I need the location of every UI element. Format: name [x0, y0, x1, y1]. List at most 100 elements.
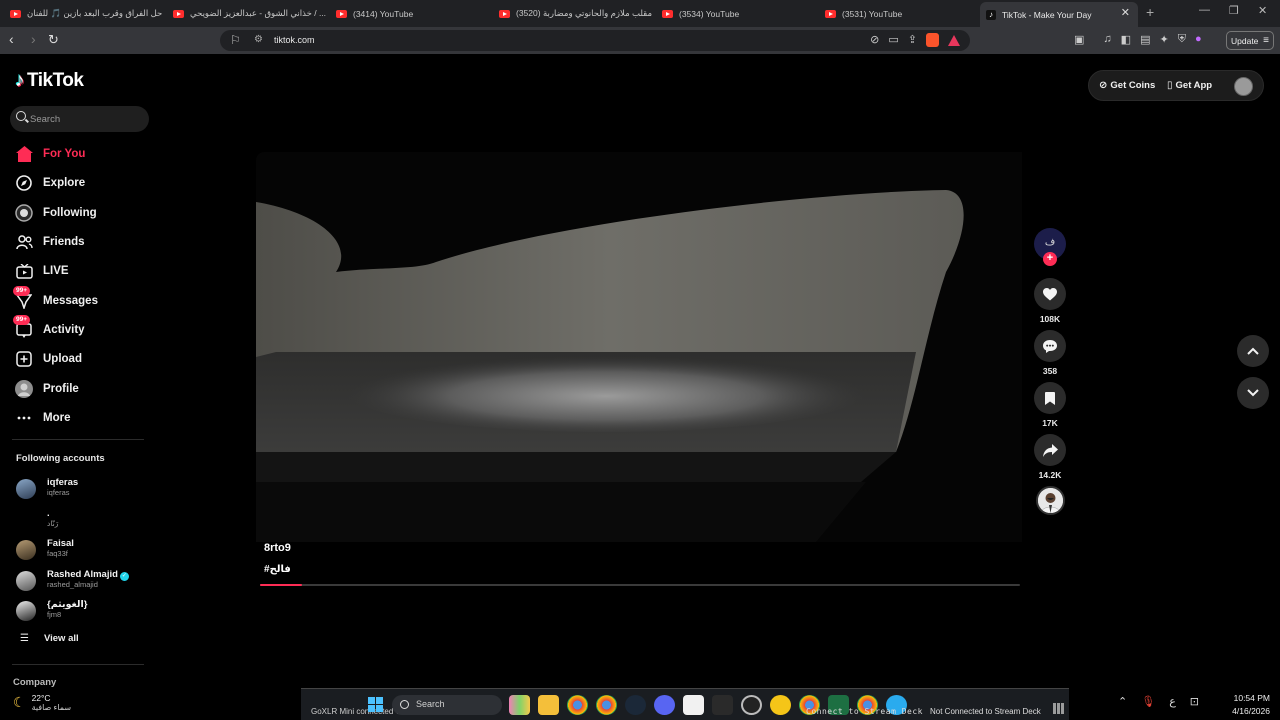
previous-video-button[interactable]	[1237, 335, 1269, 367]
forward-icon[interactable]: ›	[31, 31, 36, 47]
save-button[interactable]	[1034, 382, 1066, 414]
nav-messages[interactable]: 99+ Messages	[13, 286, 98, 312]
update-button[interactable]: Update ≡	[1226, 31, 1274, 50]
like-button[interactable]	[1034, 278, 1066, 310]
network-icon[interactable]: ⊡	[1190, 695, 1199, 708]
tiktok-logo[interactable]: ♪ TikTok	[15, 70, 84, 92]
minimize-icon[interactable]: —	[1199, 4, 1210, 16]
discord-icon[interactable]	[654, 695, 675, 715]
chrome-icon[interactable]	[567, 695, 588, 715]
bookmark-icon[interactable]: ⚐	[230, 33, 241, 47]
file-explorer-icon[interactable]	[538, 695, 559, 715]
browser-tab[interactable]: (3414) YouTube	[330, 3, 490, 24]
comment-button[interactable]	[1034, 330, 1066, 362]
nav-upload[interactable]: Upload	[15, 348, 82, 370]
share-icon[interactable]: ⇪	[908, 33, 917, 47]
divider	[12, 664, 144, 665]
video-player[interactable]	[256, 152, 1022, 542]
nav-explore[interactable]: Explore	[15, 172, 85, 194]
new-tab-icon[interactable]: +	[1146, 4, 1154, 20]
heart-icon	[1043, 287, 1057, 300]
user-avatar[interactable]	[1234, 77, 1253, 96]
stream-deck-grid-icon[interactable]	[1053, 703, 1064, 714]
taskbar-search[interactable]: Search	[392, 695, 502, 715]
nav-friends[interactable]: Friends	[15, 231, 85, 253]
account-item[interactable]: Faisal faq33f	[16, 538, 156, 562]
search-input[interactable]	[30, 111, 140, 127]
address-bar[interactable]: ⚐ ⚙ tiktok.com ⊘ ▭ ⇪	[220, 30, 970, 51]
close-tab-icon[interactable]: ✕	[1121, 6, 1130, 19]
account-item[interactable]: . رَنّاد	[16, 508, 156, 532]
brave-shields-icon[interactable]	[926, 33, 939, 47]
windows-start-icon[interactable]	[368, 697, 383, 712]
app-icon[interactable]	[770, 695, 791, 715]
tiktok-note-icon: ♪	[15, 70, 25, 91]
weather-widget[interactable]: ☾ 22°C سماء صافية	[13, 693, 71, 712]
creator-initial: ف	[1044, 237, 1056, 248]
media-icon[interactable]: ♫	[1103, 33, 1111, 46]
brave-rewards-icon[interactable]	[948, 35, 960, 46]
sound-owner-image	[1038, 488, 1063, 513]
microphone-icon[interactable]: 🎙	[1141, 695, 1155, 708]
nav-activity[interactable]: 99+ Activity	[13, 315, 85, 341]
restore-icon[interactable]: ❐	[1229, 4, 1239, 17]
nav-for-you[interactable]: For You	[15, 143, 85, 165]
obs-icon[interactable]	[741, 695, 762, 715]
browser-tab[interactable]: (3534) YouTube	[656, 3, 816, 24]
sidebar-panel-icon[interactable]: ▣	[1074, 33, 1084, 46]
comment-icon	[1043, 339, 1057, 353]
tiktok-favicon-icon: ♪	[986, 9, 996, 20]
translate-off-icon[interactable]: ⊘	[870, 33, 879, 47]
chevron-up-icon[interactable]: ⌃	[1118, 695, 1127, 708]
following-icon	[15, 204, 33, 222]
epic-games-icon[interactable]	[712, 695, 733, 715]
view-all-link[interactable]: ☰ View all	[20, 633, 79, 644]
back-icon[interactable]: ‹	[9, 31, 14, 47]
extension-icon[interactable]: ●	[1195, 33, 1202, 46]
video-hashtag[interactable]: #فالح	[264, 564, 291, 575]
close-window-icon[interactable]: ✕	[1258, 4, 1267, 17]
leo-ai-icon[interactable]: ✦	[1159, 33, 1168, 46]
steam-icon[interactable]	[625, 695, 646, 715]
browser-tab[interactable]: حل الفراق وقرب البعد بازين 🎵 للفنان	[4, 3, 164, 24]
site-settings-icon[interactable]: ⚙	[254, 34, 263, 45]
chrome-profile-icon[interactable]	[596, 695, 617, 715]
share-button[interactable]	[1034, 434, 1066, 466]
coin-icon: ⊘	[1099, 80, 1108, 91]
system-clock[interactable]: 10:54 PM 4/16/2026	[1226, 693, 1270, 716]
browser-tab[interactable]: خذاني الشوق - عبدالعزيز الضويحي / ...	[167, 3, 327, 24]
nav-label: For You	[43, 148, 86, 160]
account-item[interactable]: iqferas iqferas	[16, 477, 156, 501]
account-item[interactable]: {الغويثم} fjm8	[16, 599, 156, 623]
nav-more[interactable]: More	[15, 407, 70, 429]
music-disc-avatar[interactable]	[1036, 486, 1065, 515]
video-author[interactable]: 8rto9	[264, 542, 291, 554]
cast-icon[interactable]: ▭	[888, 33, 898, 47]
next-video-button[interactable]	[1237, 377, 1269, 409]
video-progress-bar[interactable]	[260, 584, 1020, 586]
follow-plus-icon[interactable]: +	[1043, 252, 1057, 266]
account-item[interactable]: Rashed Almajid ✓ rashed_almajid	[16, 569, 156, 593]
nav-label: Following	[43, 207, 97, 219]
get-coins-button[interactable]: ⊘ Get Coins	[1099, 80, 1155, 91]
browser-tab[interactable]: (3520) مقلب ملازم والحانوتي ومضاربة	[493, 3, 653, 24]
company-link[interactable]: Company	[13, 677, 56, 688]
browser-tab-active[interactable]: ♪ TikTok - Make Your Day ✕	[980, 2, 1138, 27]
language-indicator[interactable]: ع	[1169, 695, 1176, 708]
tulips-widget-icon[interactable]	[509, 695, 530, 715]
more-dots-icon	[15, 409, 33, 427]
avatar	[16, 571, 36, 591]
nav-profile[interactable]: Profile	[15, 378, 79, 400]
url-text[interactable]: tiktok.com	[274, 35, 315, 45]
get-app-button[interactable]: ▯ Get App	[1167, 80, 1212, 91]
account-handle: fjm8	[47, 610, 62, 619]
split-view-icon[interactable]: ◧	[1121, 33, 1131, 46]
nav-live[interactable]: LIVE	[15, 260, 69, 282]
browser-tab[interactable]: (3531) YouTube	[819, 3, 979, 24]
vpn-icon[interactable]: ⛨	[1178, 33, 1186, 46]
notepad-icon[interactable]	[683, 695, 704, 715]
search-box[interactable]	[10, 106, 149, 132]
nav-following[interactable]: Following	[15, 202, 97, 224]
reload-icon[interactable]: ↻	[48, 32, 59, 48]
wallet-icon[interactable]: ▤	[1140, 33, 1150, 46]
